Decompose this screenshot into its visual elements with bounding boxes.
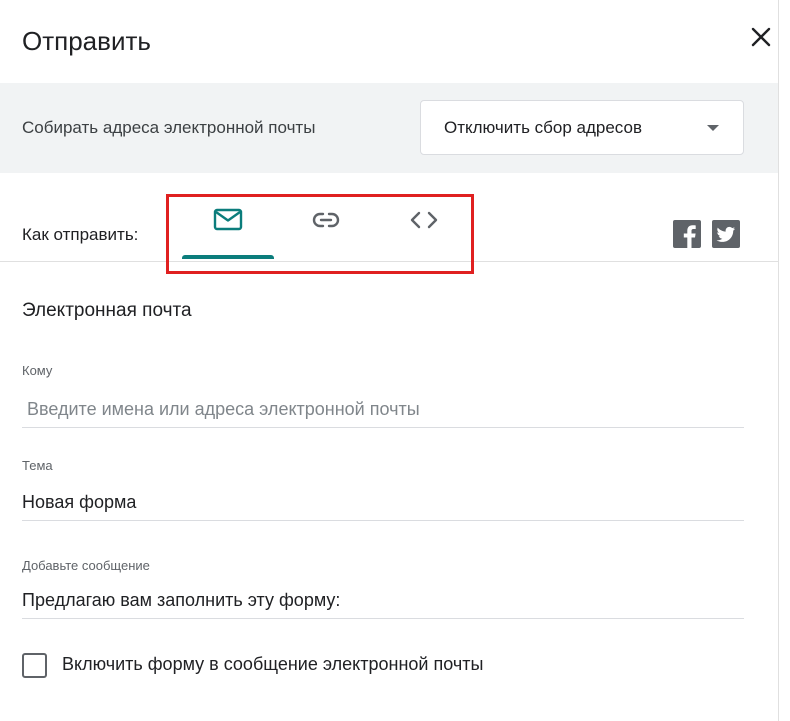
email-section-title: Электронная почта xyxy=(22,300,192,321)
to-field-input[interactable] xyxy=(22,392,744,428)
message-field-input[interactable] xyxy=(22,583,744,619)
dialog-title: Отправить xyxy=(22,26,151,56)
include-form-checkbox-label: Включить форму в сообщение электронной п… xyxy=(62,654,484,674)
close-button[interactable] xyxy=(746,22,776,52)
send-method-label: Как отправить: xyxy=(22,225,139,244)
facebook-button[interactable] xyxy=(673,220,701,248)
to-field-label: Кому xyxy=(22,363,53,378)
subject-field-label: Тема xyxy=(22,458,53,473)
tab-embed[interactable] xyxy=(378,195,470,259)
tab-email[interactable] xyxy=(182,195,274,259)
twitter-icon xyxy=(716,226,735,242)
collect-emails-dropdown[interactable]: Отключить сбор адресов xyxy=(420,100,744,155)
tab-link[interactable] xyxy=(280,195,372,259)
facebook-icon xyxy=(683,225,696,248)
embed-code-icon xyxy=(410,211,438,229)
scrollbar[interactable] xyxy=(778,0,790,721)
send-method-row: Как отправить: xyxy=(0,173,778,274)
dropdown-arrow-icon xyxy=(707,125,719,131)
message-field-label: Добавьте сообщение xyxy=(22,558,150,573)
subject-field-input[interactable] xyxy=(22,485,744,521)
twitter-button[interactable] xyxy=(712,220,740,248)
close-icon xyxy=(751,27,771,47)
link-icon xyxy=(312,212,340,228)
mail-icon xyxy=(213,208,243,231)
collect-emails-band: Собирать адреса электронной почты Отключ… xyxy=(0,83,778,173)
include-form-checkbox[interactable] xyxy=(22,653,47,678)
collect-emails-dropdown-value: Отключить сбор адресов xyxy=(444,118,642,137)
selected-tab-indicator xyxy=(182,255,274,259)
send-dialog: Отправить Собирать адреса электронной по… xyxy=(0,0,778,721)
collect-emails-label: Собирать адреса электронной почты xyxy=(22,118,316,137)
